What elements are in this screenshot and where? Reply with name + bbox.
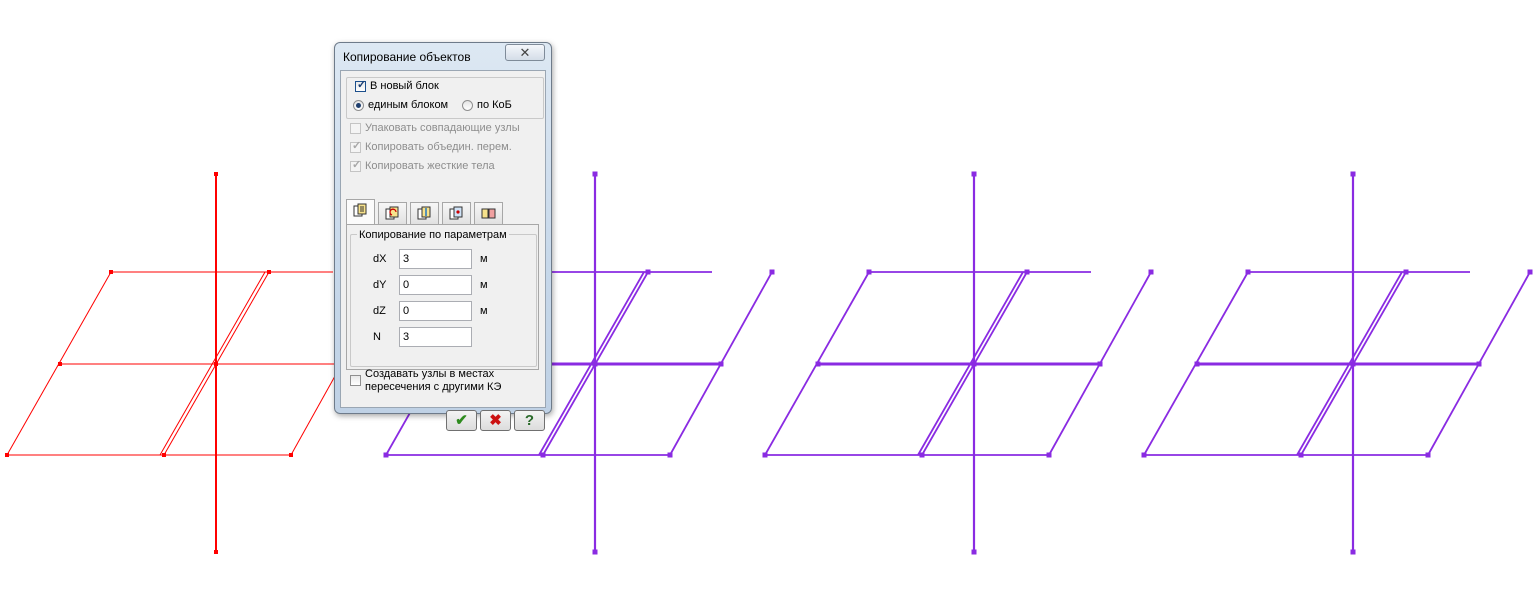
tab-copy-by-nodes[interactable] — [442, 202, 471, 224]
model-node[interactable] — [971, 171, 977, 177]
model-node[interactable] — [718, 361, 724, 367]
model-node[interactable] — [1403, 269, 1409, 275]
dz-label: dZ — [373, 305, 386, 317]
copied-model[interactable] — [762, 171, 1154, 555]
by-kob-radio[interactable] — [462, 100, 473, 111]
create-nodes-label-line2: пересечения с другими КЭ — [365, 381, 502, 393]
copied-model[interactable] — [1141, 171, 1533, 555]
help-button[interactable]: ? — [514, 410, 545, 431]
dialog-title: Копирование объектов — [343, 50, 471, 64]
dy-unit: м — [480, 279, 488, 291]
copy-by-vector-icon — [481, 208, 496, 219]
checkmark-icon: ✓ — [357, 79, 367, 91]
model-node[interactable] — [214, 550, 218, 554]
model-node[interactable] — [592, 171, 598, 177]
n-input[interactable] — [399, 327, 472, 347]
copy-joined-checkbox[interactable]: ✓ — [350, 140, 362, 153]
model-node[interactable] — [815, 361, 821, 367]
dz-unit: м — [480, 305, 488, 317]
copy-by-parameters-icon — [353, 203, 367, 217]
checkmark-icon: ✓ — [352, 140, 362, 152]
model-node[interactable] — [58, 362, 62, 366]
copy-parameters-panel: Копирование по параметрам dX м dY м dZ м… — [346, 224, 539, 370]
model-node[interactable] — [214, 172, 218, 176]
model-node[interactable] — [645, 269, 651, 275]
copy-mirror-icon — [417, 206, 431, 220]
copy-rigid-label: Копировать жесткие тела — [365, 160, 495, 172]
single-block-radio[interactable] — [353, 100, 364, 111]
model-node[interactable] — [540, 452, 546, 458]
pack-nodes-checkbox[interactable] — [350, 123, 361, 134]
new-block-label: В новый блок — [370, 80, 439, 92]
model-view-canvas[interactable] — [0, 0, 1535, 592]
create-nodes-checkbox[interactable] — [350, 375, 361, 386]
model-node[interactable] — [289, 453, 293, 457]
model-node[interactable] — [1476, 361, 1482, 367]
model-node[interactable] — [1350, 549, 1356, 555]
model-node[interactable] — [971, 361, 977, 367]
dy-label: dY — [373, 279, 387, 291]
new-block-checkbox[interactable]: ✓ — [355, 79, 367, 92]
dialog-titlebar[interactable]: Копирование объектов ✕ — [335, 43, 551, 69]
cancel-button[interactable]: ✖ — [480, 410, 511, 431]
model-node[interactable] — [1141, 452, 1147, 458]
model-node[interactable] — [1194, 361, 1200, 367]
checkmark-icon: ✓ — [352, 159, 362, 171]
tab-copy-by-parameters[interactable] — [346, 199, 375, 224]
dx-input[interactable] — [399, 249, 472, 269]
model-node[interactable] — [109, 270, 113, 274]
model-node[interactable] — [1046, 452, 1052, 458]
model-node[interactable] — [971, 549, 977, 555]
copy-objects-dialog: Копирование объектов ✕ ✓ В новый блок ед… — [334, 42, 552, 431]
copy-mode-tabs — [346, 199, 536, 224]
model-node[interactable] — [383, 452, 389, 458]
close-button[interactable]: ✕ — [505, 44, 545, 61]
model-node[interactable] — [214, 362, 218, 366]
model-node[interactable] — [592, 549, 598, 555]
model-node[interactable] — [1024, 269, 1030, 275]
dz-input[interactable] — [399, 301, 472, 321]
dy-input[interactable] — [399, 275, 472, 295]
radio-selected-dot — [356, 103, 361, 108]
model-node[interactable] — [1350, 361, 1356, 367]
red-x-icon: ✖ — [489, 412, 502, 429]
single-block-label: единым блоком — [368, 99, 449, 111]
dx-unit: м — [480, 253, 488, 265]
tab-copy-by-rotation[interactable] — [378, 202, 407, 224]
tab-copy-mirror[interactable] — [410, 202, 439, 224]
model-node[interactable] — [5, 453, 9, 457]
model-node[interactable] — [162, 453, 166, 457]
model-node[interactable] — [592, 361, 598, 367]
close-icon: ✕ — [519, 45, 531, 60]
model-node[interactable] — [667, 452, 673, 458]
pack-nodes-label: Упаковать совпадающие узлы — [365, 122, 520, 134]
group-title: Копирование по параметрам — [357, 229, 509, 241]
n-label: N — [373, 331, 381, 343]
question-icon: ? — [524, 412, 535, 429]
model-node[interactable] — [1298, 452, 1304, 458]
model-node[interactable] — [1097, 361, 1103, 367]
model-node[interactable] — [769, 269, 775, 275]
by-kob-label: по КоБ — [477, 99, 512, 111]
copy-by-nodes-icon — [449, 206, 463, 220]
copy-by-rotation-icon — [385, 206, 399, 220]
model-node[interactable] — [866, 269, 872, 275]
copy-joined-label: Копировать объедин. перем. — [365, 141, 512, 153]
model-node[interactable] — [1425, 452, 1431, 458]
dx-label: dX — [373, 253, 387, 265]
model-node[interactable] — [1245, 269, 1251, 275]
ok-button[interactable]: ✔ — [446, 410, 477, 431]
tab-copy-by-vector[interactable] — [474, 202, 503, 224]
model-node[interactable] — [1148, 269, 1154, 275]
model-node[interactable] — [1527, 269, 1533, 275]
checkmark-icon: ✔ — [455, 412, 468, 429]
create-nodes-label-line1: Создавать узлы в местах — [365, 368, 495, 380]
copy-rigid-checkbox[interactable]: ✓ — [350, 159, 362, 172]
model-node[interactable] — [267, 270, 271, 274]
model-node[interactable] — [919, 452, 925, 458]
model-node[interactable] — [1350, 171, 1356, 177]
dialog-client-area: ✓ В новый блок единым блоком по КоБ Упак… — [340, 70, 546, 431]
model-node[interactable] — [762, 452, 768, 458]
